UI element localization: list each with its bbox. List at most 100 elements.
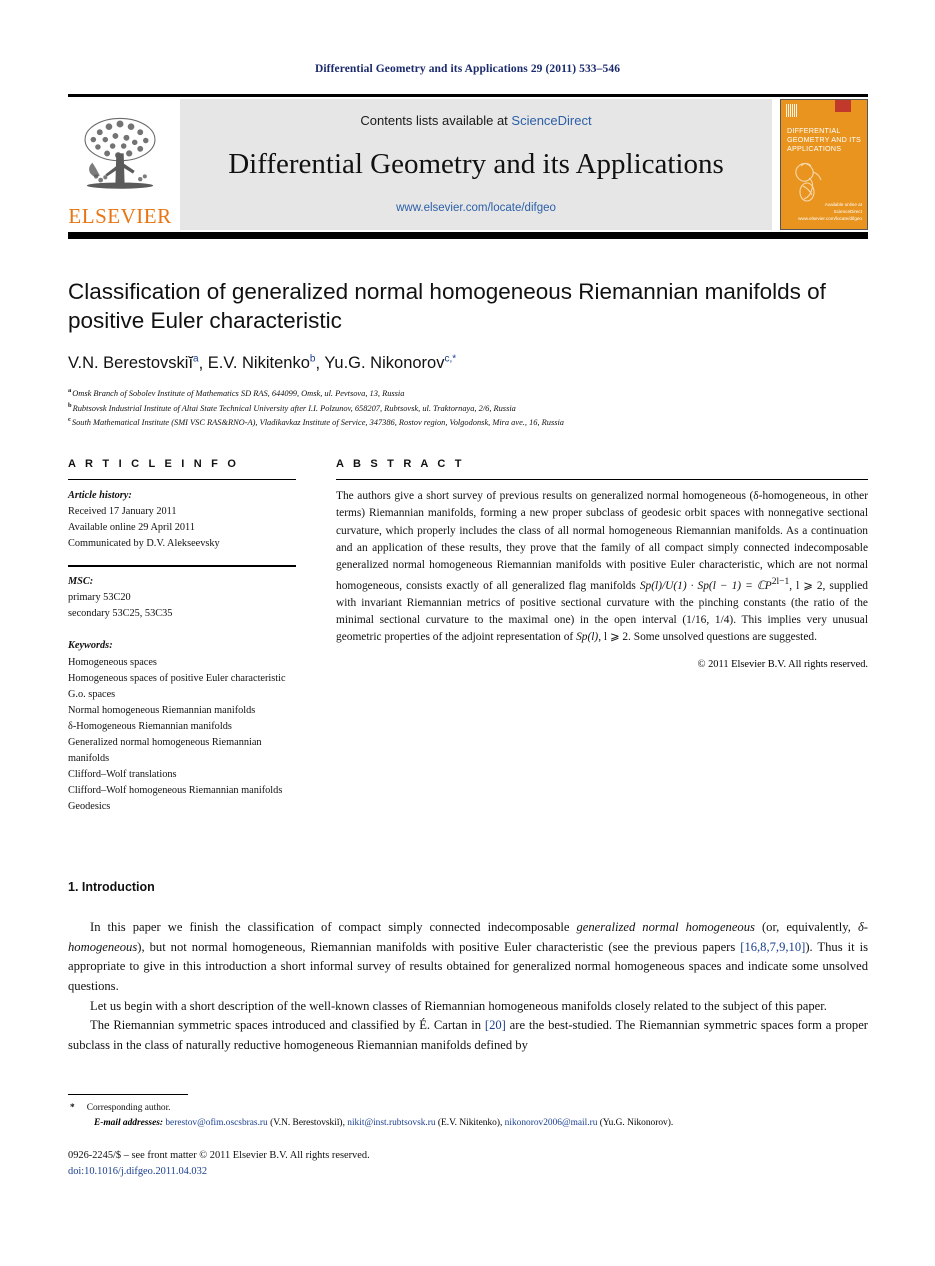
corresponding-author-mark: * (70, 1103, 75, 1113)
keyword-item: Geodesics (68, 801, 111, 813)
keyword-item: G.o. spaces (68, 688, 116, 700)
journal-article-page: Differential Geometry and its Applicatio… (0, 0, 935, 1266)
cover-elsevier-mark-icon (786, 104, 797, 117)
keyword-item: Clifford–Wolf homogeneous Riemannian man… (68, 785, 283, 796)
abstract-divider (336, 479, 868, 480)
cover-title: DIFFERENTIAL GEOMETRY AND ITS APPLICATIO… (787, 126, 863, 153)
author-affiliation-mark: c,* (444, 353, 457, 365)
article-info-heading: A R T I C L E I N F O (68, 458, 240, 470)
running-head: Differential Geometry and its Applicatio… (314, 63, 621, 75)
paragraph-2: Let us begin with a short description of… (90, 998, 827, 1013)
affiliation-text: Omsk Branch of Sobolev Institute of Math… (72, 388, 405, 398)
citation-link[interactable]: [20] (485, 1018, 506, 1032)
article-info-column: A R T I C L E I N F O Article history: R… (68, 458, 296, 815)
abstract-formula-2-tail: , l ⩾ 2. (598, 631, 631, 644)
keyword-item: δ-Homogeneous Riemannian manifolds (68, 720, 232, 732)
email-owner: (V.N. Berestovskiĭ) (270, 1118, 343, 1129)
keyword-item: Homogeneous spaces of positive Euler cha… (68, 672, 286, 684)
email-link[interactable]: nikonorov2006@mail.ru (505, 1118, 598, 1128)
imprint-block: 0926-2245/$ – see front matter © 2011 El… (68, 1148, 868, 1179)
journal-cover-thumbnail[interactable]: DIFFERENTIAL GEOMETRY AND ITS APPLICATIO… (780, 99, 868, 230)
cover-red-mark (835, 100, 851, 112)
abstract-formula-1: Sp(l)/U(1) · Sp(l − 1) = ℂP (639, 579, 772, 592)
elsevier-wordmark: ELSEVIER (68, 204, 172, 228)
affiliation-mark: b (68, 401, 72, 409)
column-gutter (296, 458, 336, 815)
affiliation-mark: c (68, 415, 71, 423)
affiliation-text: South Mathematical Institute (SMI VSC RA… (71, 417, 564, 427)
doi-link[interactable]: doi:10.1016/j.difgeo.2011.04.032 (68, 1164, 868, 1180)
masthead-top-rule (68, 94, 868, 97)
p1-part-c: ), but not normal homogeneous, Riemannia… (137, 939, 741, 954)
keyword-item: Clifford–Wolf translations (68, 768, 177, 780)
p1-italic-1: generalized normal homogeneous (576, 920, 755, 934)
cover-foot-line-3: www.elsevier.com/locate/difgeo (798, 216, 862, 222)
email-addresses-line: E-mail addresses: berestov@ofim.oscsbras… (94, 1118, 674, 1129)
email-link[interactable]: berestov@ofim.oscsbras.ru (165, 1118, 267, 1128)
cover-foot-line-1: Available online at (824, 202, 862, 208)
info-abstract-columns: A R T I C L E I N F O Article history: R… (68, 458, 868, 815)
email-link[interactable]: nikit@inst.rubtsovsk.ru (347, 1118, 435, 1128)
author-separator: , (315, 354, 325, 373)
msc-secondary: secondary 53C25, 53C35 (68, 608, 173, 620)
page-title: Classification of generalized normal hom… (68, 279, 826, 333)
author-name: V.N. Berestovskiĭ (68, 354, 194, 373)
author-entry: V.N. Berestovskiĭa (68, 354, 199, 373)
contents-prefix: Contents lists available at (360, 113, 512, 128)
author-name: Yu.G. Nikonorov (324, 354, 445, 373)
author-name: E.V. Nikitenko (207, 354, 310, 373)
affiliation-mark: a (68, 387, 72, 395)
cover-foot-line-2: ScienceDirect (833, 209, 862, 215)
article-history-communicated: Communicated by D.V. Alekseevsky (68, 538, 220, 550)
sciencedirect-link[interactable]: ScienceDirect (511, 113, 591, 128)
p3-part-a: The Riemannian symmetric spaces introduc… (90, 1018, 485, 1033)
author-entry: E.V. Nikitenkob (207, 354, 316, 373)
article-history-group: Article history: Received 17 January 201… (68, 488, 296, 552)
msc-group: MSC: primary 53C20 secondary 53C25, 53C3… (68, 574, 296, 622)
abstract-formula-1-tail: , l ⩾ 2, (789, 579, 826, 592)
journal-band: Contents lists available at ScienceDirec… (180, 99, 772, 230)
footnotes-block: * Corresponding author. E-mail addresses:… (68, 1094, 868, 1131)
paragraph-3: The Riemannian symmetric spaces introduc… (68, 1016, 868, 1055)
affiliation-text: Rubtsovsk Industrial Institute of Altai … (72, 403, 516, 413)
article-history-received: Received 17 January 2011 (68, 506, 177, 518)
journal-homepage-link[interactable]: www.elsevier.com/locate/difgeo (396, 202, 556, 214)
corresponding-author-note: * Corresponding author. (68, 1101, 868, 1116)
keyword-item: Generalized normal homogeneous Riemannia… (68, 736, 262, 764)
msc-primary: primary 53C20 (68, 592, 131, 604)
cover-footer: Available online at ScienceDirect www.el… (798, 202, 862, 223)
imprint-line: 0926-2245/$ – see front matter © 2011 El… (68, 1150, 370, 1161)
abstract-formula-2: Sp(l) (576, 631, 599, 644)
section-title-introduction: 1. Introduction (68, 880, 155, 894)
cover-title-line-3: APPLICATIONS (787, 144, 842, 153)
author-separator: , (198, 354, 208, 373)
abstract-heading: A B S T R A C T (336, 458, 465, 470)
corresponding-author-text: Corresponding author. (86, 1103, 171, 1113)
body-section: 1. Introduction In this paper we finish … (68, 880, 868, 1055)
affiliation-item: cSouth Mathematical Institute (SMI VSC R… (68, 415, 868, 429)
author-list: V.N. Berestovskiĭa, E.V. Nikitenkob, Yu.… (68, 354, 868, 374)
email-owner: (Yu.G. Nikonorov) (599, 1118, 671, 1129)
contents-available-line: Contents lists available at ScienceDirec… (360, 113, 591, 128)
abstract-formula-1-exponent: 2l−1 (771, 576, 790, 587)
journal-masthead: ELSEVIER Contents lists available at Sci… (68, 94, 868, 230)
abstract-part-3: Some unsolved questions are suggested. (630, 631, 817, 644)
affiliation-item: aOmsk Branch of Sobolev Institute of Mat… (68, 386, 868, 400)
keyword-item: Normal homogeneous Riemannian manifolds (68, 704, 256, 716)
affiliation-item: bRubtsovsk Industrial Institute of Altai… (68, 401, 868, 415)
keywords-group: Keywords: Homogeneous spaces Homogeneous… (68, 638, 296, 815)
elsevier-logo: ELSEVIER (68, 99, 172, 230)
title-block: Classification of generalized normal hom… (68, 278, 868, 429)
abstract-body: The authors give a short survey of previ… (336, 488, 868, 647)
keyword-item: Homogeneous spaces (68, 656, 157, 668)
affiliation-list: aOmsk Branch of Sobolev Institute of Mat… (68, 386, 868, 429)
cover-artwork-icon (795, 162, 822, 202)
abstract-copyright: © 2011 Elsevier B.V. All rights reserved… (697, 658, 868, 670)
article-history-label: Article history: (68, 490, 132, 501)
p1-part-a: In this paper we finish the classificati… (90, 920, 577, 934)
citation-link[interactable]: [16,8,7,9,10] (740, 940, 805, 954)
p1-part-b: (or, equivalently, (754, 920, 858, 934)
paragraph-1: In this paper we finish the classificati… (68, 918, 868, 997)
email-owner: (E.V. Nikitenko) (437, 1118, 500, 1129)
masthead-bottom-rule (68, 232, 868, 239)
